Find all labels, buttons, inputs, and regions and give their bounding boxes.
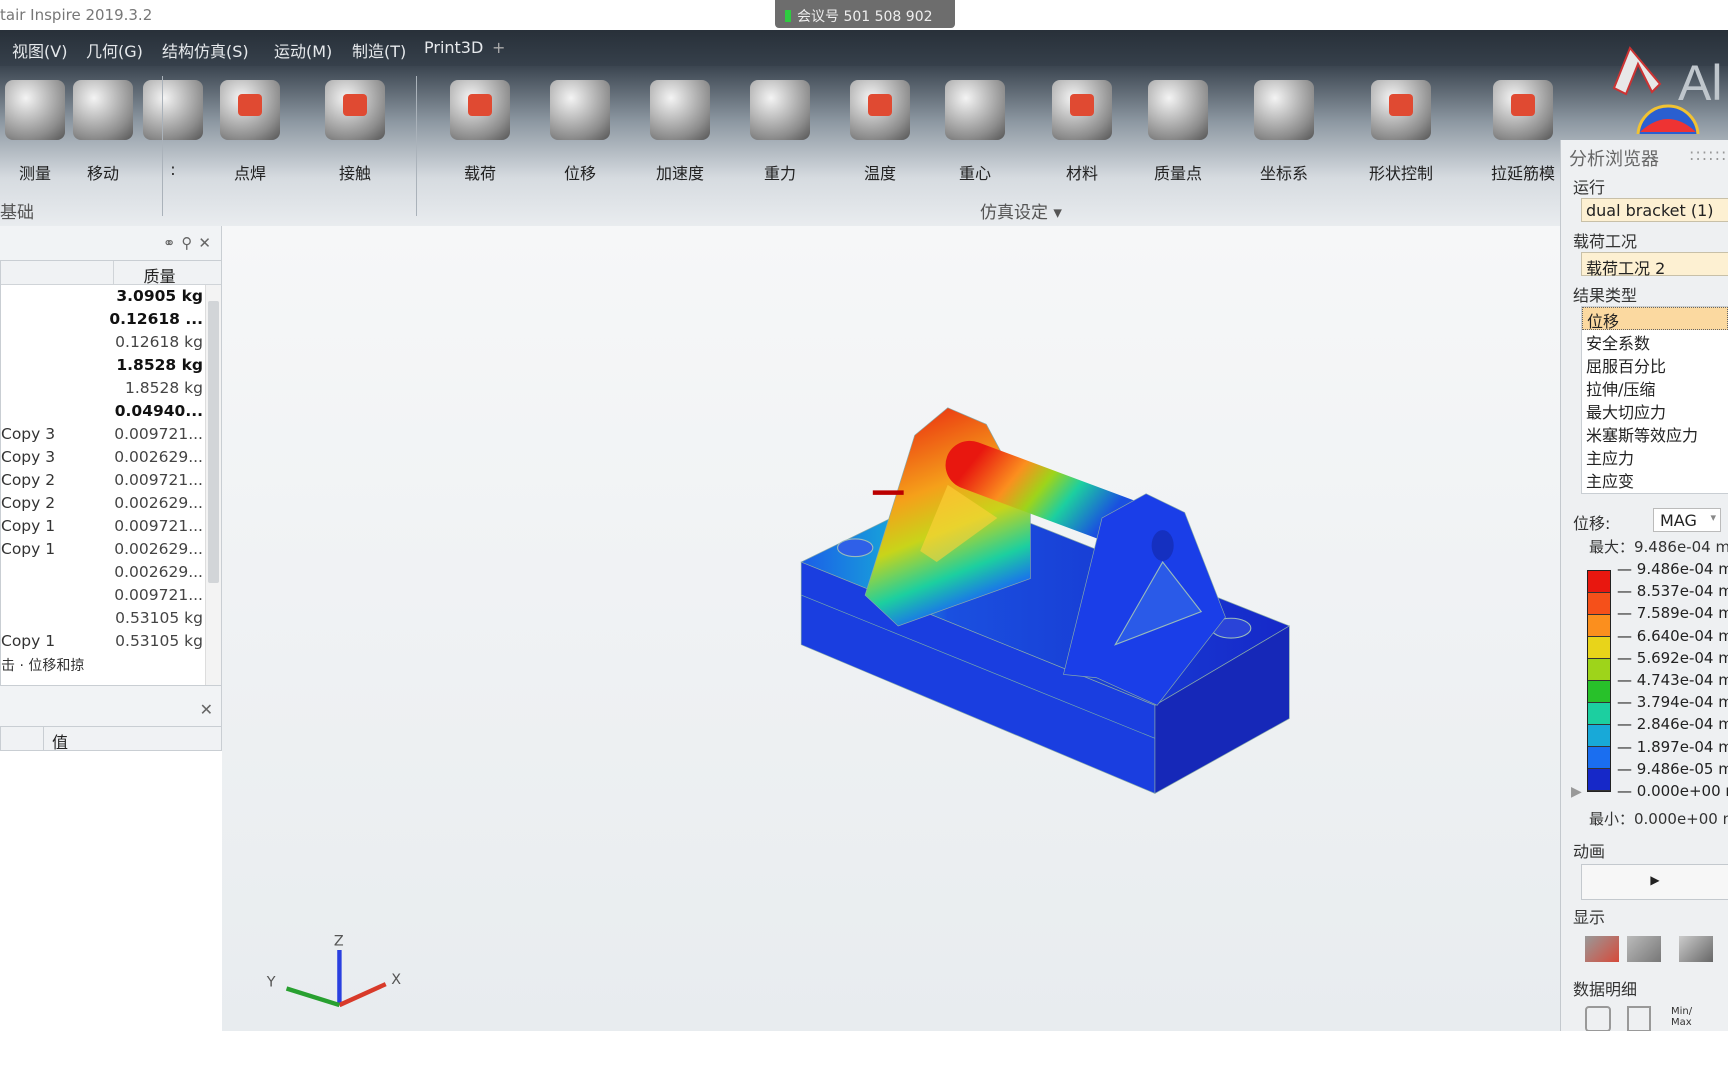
result-type-item[interactable]: 屈服百分比 [1582, 353, 1728, 376]
legend-tick: — 8.537e-04 m [1617, 582, 1728, 600]
result-type-item[interactable]: 位移 [1582, 307, 1728, 331]
legend-value: 0.000e+00 m [1636, 782, 1728, 800]
legend-value: 6.640e-04 m [1636, 626, 1728, 645]
legend-value: 4.743e-04 m [1636, 671, 1728, 689]
base-plate [800, 490, 1291, 795]
details-label: 数据明细 [1573, 980, 1638, 999]
legend-band [1588, 681, 1610, 703]
play-icon: ▶ [1650, 873, 1660, 887]
component-label: 位移: [1573, 514, 1611, 533]
component-select[interactable]: MAG ▾ [1653, 508, 1721, 532]
chevron-down-icon: ▾ [1710, 511, 1716, 524]
axis-x-label: X [391, 972, 401, 988]
legend-value: 2.846e-04 m [1636, 715, 1728, 734]
legend-tick: — 3.794e-04 m [1617, 693, 1728, 711]
status-area [0, 1031, 1728, 1080]
legend-band [1588, 703, 1610, 725]
color-legend [1587, 570, 1611, 792]
legend-tick: — 5.692e-04 m [1617, 649, 1728, 667]
result-type-list[interactable]: 位移 安全系数 屈服百分比 拉伸/压缩 最大切应力 米塞斯等效应力 主应力 主应变 [1581, 306, 1728, 494]
legend-band [1588, 637, 1610, 659]
legend-tick: — 4.743e-04 m [1617, 671, 1728, 689]
loadcase-label: 载荷工况 [1573, 232, 1638, 251]
legend-band [1588, 747, 1610, 769]
legend-tick: — 9.486e-05 m [1617, 760, 1728, 778]
axis-triad: Z X Y [266, 934, 401, 1008]
legend-value: 7.589e-04 m [1636, 604, 1728, 623]
deformed-shape-icon[interactable] [1585, 936, 1619, 962]
result-type-item[interactable]: 主应力 [1582, 445, 1728, 468]
legend-value: 3.794e-04 m [1636, 693, 1728, 712]
legend-band [1588, 593, 1610, 615]
loadcase-select[interactable]: 载荷工况 2 [1581, 252, 1728, 278]
result-type-label: 结果类型 [1573, 286, 1638, 305]
result-type-item[interactable]: 安全系数 [1582, 330, 1728, 353]
panel-title: 分析浏览器 [1569, 149, 1659, 170]
legend-value: 9.486e-04 m [1636, 560, 1728, 578]
result-type-item[interactable]: 米塞斯等效应力 [1582, 422, 1728, 445]
result-type-item[interactable]: 主应变 [1582, 468, 1728, 491]
result-type-item[interactable]: 最大切应力 [1582, 399, 1728, 422]
legend-tick: — 6.640e-04 m [1617, 627, 1728, 645]
legend-pointer-icon[interactable]: ▶ [1571, 784, 1582, 800]
legend-value: 8.537e-04 m [1636, 582, 1728, 601]
run-label: 运行 [1573, 178, 1606, 197]
legend-tick: — 1.897e-04 m [1617, 738, 1728, 756]
legend-tick: — 2.846e-04 m [1617, 715, 1728, 733]
legend-tick: — 7.589e-04 m [1617, 604, 1728, 622]
table-icon[interactable] [1627, 1006, 1651, 1032]
analysis-explorer-panel: 分析浏览器 :::::: 运行 dual bracket (1) 载荷工况 载荷… [1560, 140, 1728, 1032]
result-type-item[interactable]: 拉伸/压缩 [1582, 376, 1728, 399]
legend-band [1588, 571, 1610, 593]
minmax-button[interactable]: Min/ Max [1671, 1006, 1695, 1028]
original-shape-icon[interactable] [1679, 936, 1713, 962]
undeformed-shape-icon[interactable] [1627, 936, 1661, 962]
legend-tick: — 0.000e+00 m [1617, 782, 1728, 800]
model-render[interactable]: Z X Y [0, 0, 1728, 1080]
legend-tick: — 9.486e-04 m [1617, 560, 1728, 578]
min-value: 最小：0.000e+00 m [1589, 810, 1728, 828]
axis-y-label: Y [266, 974, 276, 990]
axis-z-label: Z [334, 934, 344, 950]
probe-icon[interactable] [1585, 1006, 1611, 1032]
legend-band [1588, 769, 1610, 791]
component-value: MAG [1660, 511, 1697, 530]
drag-handle-icon[interactable]: :::::: [1689, 145, 1727, 164]
legend-band [1588, 659, 1610, 681]
max-value: 最大：9.486e-04 m [1589, 538, 1728, 556]
animation-label: 动画 [1573, 842, 1606, 861]
legend-value: 9.486e-05 m [1636, 759, 1728, 778]
display-label: 显示 [1573, 908, 1606, 927]
play-button[interactable]: ▶ [1581, 864, 1728, 900]
legend-value: 1.897e-04 m [1636, 737, 1728, 756]
legend-value: 5.692e-04 m [1636, 648, 1728, 667]
legend-band [1588, 725, 1610, 747]
legend-band [1588, 615, 1610, 637]
run-select[interactable]: dual bracket (1) [1581, 198, 1728, 222]
